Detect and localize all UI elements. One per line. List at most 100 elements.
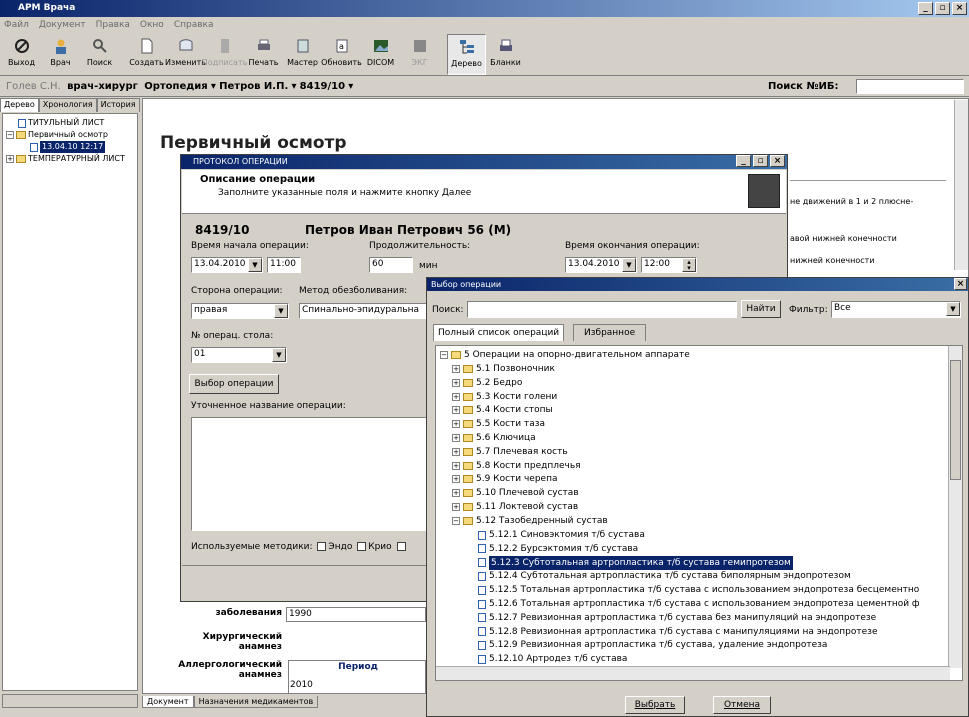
operation-group[interactable]: +5.8 Кости предплечья	[452, 459, 581, 473]
choose-button[interactable]: Выбрать	[625, 696, 685, 714]
operation-item[interactable]: 5.12.3 Субтотальная артропластика т/б су…	[478, 555, 793, 570]
tab-document[interactable]: Документ	[142, 696, 194, 708]
patient-dropdown-icon[interactable]: ▾	[211, 81, 216, 92]
operation-item[interactable]: 5.12.5 Тотальная артропластика т/б суста…	[478, 583, 919, 597]
tab-chronology[interactable]: Хронология	[38, 98, 97, 112]
end-date-input[interactable]: 13.04.2010 ▼	[565, 257, 637, 273]
operation-group[interactable]: +5.5 Кости таза	[452, 417, 545, 431]
operation-group[interactable]: +5.7 Плечевая кость	[452, 445, 568, 459]
case-dropdown-icon[interactable]: ▾	[291, 81, 296, 92]
search-case-input[interactable]	[856, 79, 964, 94]
menu-help[interactable]: Справка	[174, 17, 214, 33]
minimize-button[interactable]: _	[918, 2, 933, 15]
expand-icon[interactable]: +	[452, 503, 460, 511]
tree-item-exam-date[interactable]: 13.04.10 12:17	[6, 141, 134, 153]
endo-checkbox[interactable]	[317, 542, 327, 551]
print-button[interactable]: Печать	[244, 34, 283, 75]
chevron-down-icon[interactable]: ▼	[248, 258, 262, 272]
operation-group[interactable]: +5.3 Кости голени	[452, 390, 557, 404]
tab-tree[interactable]: Дерево	[0, 98, 39, 112]
chevron-down-icon[interactable]: ▼	[274, 304, 288, 318]
document-vertical-scrollbar[interactable]	[954, 100, 968, 270]
menu-file[interactable]: Файл	[4, 17, 29, 33]
select-close-button[interactable]: ×	[954, 278, 967, 290]
left-horizontal-scrollbar[interactable]	[2, 694, 138, 708]
operation-item[interactable]: 5.12.4 Субтотальная артропластика т/б су…	[478, 569, 851, 583]
collapse-icon[interactable]: −	[452, 516, 460, 525]
operation-group[interactable]: +5.6 Ключица	[452, 431, 536, 445]
menu-document[interactable]: Документ	[39, 17, 86, 33]
protocol-maximize-button[interactable]: ▫	[753, 155, 768, 167]
operation-item[interactable]: 5.12.10 Артродез т/б сустава	[478, 652, 627, 666]
expand-icon[interactable]: +	[452, 392, 460, 401]
sign-button[interactable]: Подписать	[202, 34, 247, 75]
maximize-button[interactable]: ▫	[935, 2, 950, 15]
spinner-icon[interactable]: ▴ ▾	[682, 258, 696, 272]
table-select[interactable]: 01 ▼	[191, 347, 287, 363]
operation-item[interactable]: 5.12.2 Бурсэктомия т/б сустава	[478, 542, 638, 556]
create-button[interactable]: Создать	[127, 34, 166, 75]
tree-item-temperature[interactable]: + ТЕМПЕРАТУРНЫЙ ЛИСТ	[6, 153, 134, 165]
case-menu-icon[interactable]: ▾	[348, 81, 353, 92]
scroll-thumb[interactable]	[950, 360, 961, 480]
operation-group[interactable]: −5.12 Тазобедренный сустав	[452, 514, 608, 528]
select-operation-button[interactable]: Выбор операции	[189, 374, 279, 394]
operation-item[interactable]: 5.12.9 Ревизионная артропластика т/б сус…	[478, 638, 827, 652]
operation-item[interactable]: 5.12.1 Синовэктомия т/б сустава	[478, 528, 645, 542]
cryo-checkbox[interactable]	[357, 542, 367, 551]
operation-item[interactable]: 5.12.7 Ревизионная артропластика т/б сус…	[478, 611, 876, 625]
find-button[interactable]: Найти	[741, 300, 781, 318]
tree-horizontal-scrollbar[interactable]	[436, 666, 950, 680]
end-time-input[interactable]: 12:00 ▴ ▾	[641, 257, 697, 273]
expand-icon[interactable]: +	[452, 365, 460, 373]
expand-icon[interactable]: +	[452, 420, 460, 429]
expand-icon[interactable]: +	[452, 489, 460, 498]
collapse-icon[interactable]: −	[440, 351, 448, 359]
expand-icon[interactable]: +	[452, 406, 460, 415]
edit-button[interactable]: Изменить	[165, 34, 206, 75]
dicom-button[interactable]: DICOM	[361, 34, 400, 75]
refresh-button[interactable]: a Обновить	[321, 34, 362, 75]
menu-window[interactable]: Окно	[140, 17, 164, 33]
operation-search-input[interactable]	[467, 301, 737, 318]
expand-icon[interactable]: +	[452, 434, 460, 442]
expand-icon[interactable]: +	[452, 378, 460, 387]
operation-group[interactable]: +5.4 Кости стопы	[452, 403, 553, 417]
operation-item[interactable]: 5.12.6 Тотальная артропластика т/б суста…	[478, 597, 920, 611]
more-checkbox[interactable]	[396, 542, 406, 551]
since-field[interactable]: 1990	[286, 607, 426, 622]
operation-item[interactable]: 5.12.8 Ревизионная артропластика т/б сус…	[478, 625, 877, 639]
wizard-button[interactable]: Мастер	[283, 34, 322, 75]
chevron-down-icon[interactable]: ▼	[272, 348, 286, 362]
cancel-button[interactable]: Отмена	[713, 696, 771, 714]
side-select[interactable]: правая ▼	[191, 303, 289, 319]
ecg-button[interactable]: ЭКГ	[400, 34, 439, 75]
exit-button[interactable]: Выход	[2, 34, 41, 75]
expand-icon[interactable]: +	[6, 155, 14, 163]
tree-item-title-page[interactable]: ТИТУЛЬНЫЙ ЛИСТ	[6, 117, 134, 129]
chevron-down-icon[interactable]: ▼	[622, 258, 636, 272]
anesthesia-select[interactable]: Спинально-эпидуральна	[299, 303, 427, 319]
duration-input[interactable]: 60	[369, 257, 413, 273]
forms-button[interactable]: Бланки	[486, 34, 525, 75]
doctor-button[interactable]: Врач	[41, 34, 80, 75]
expand-icon[interactable]: +	[452, 461, 460, 470]
operation-group[interactable]: +5.11 Локтевой сустав	[452, 500, 578, 514]
operation-group[interactable]: +5.9 Кости черепа	[452, 472, 557, 486]
collapse-icon[interactable]: −	[6, 131, 14, 139]
expand-icon[interactable]: +	[452, 475, 460, 484]
operation-group[interactable]: +5.1 Позвоночник	[452, 362, 555, 376]
expand-icon[interactable]: +	[452, 447, 460, 456]
menu-edit[interactable]: Правка	[96, 17, 130, 33]
tree-root[interactable]: −5 Операции на опорно-двигательном аппар…	[440, 348, 690, 362]
operation-group[interactable]: +5.10 Плечевой сустав	[452, 486, 579, 500]
tab-history[interactable]: История	[96, 98, 140, 112]
case-number[interactable]: 8419/10	[300, 81, 345, 92]
protocol-minimize-button[interactable]: _	[736, 155, 751, 167]
tree-button[interactable]: Дерево	[447, 34, 486, 75]
filter-select[interactable]: Все ▼	[831, 301, 961, 318]
tab-favorites[interactable]: Избранное	[573, 324, 647, 341]
protocol-close-button[interactable]: ×	[770, 155, 785, 167]
start-time-input[interactable]: 11:00	[267, 257, 301, 273]
clarified-name-textarea[interactable]	[191, 417, 427, 531]
